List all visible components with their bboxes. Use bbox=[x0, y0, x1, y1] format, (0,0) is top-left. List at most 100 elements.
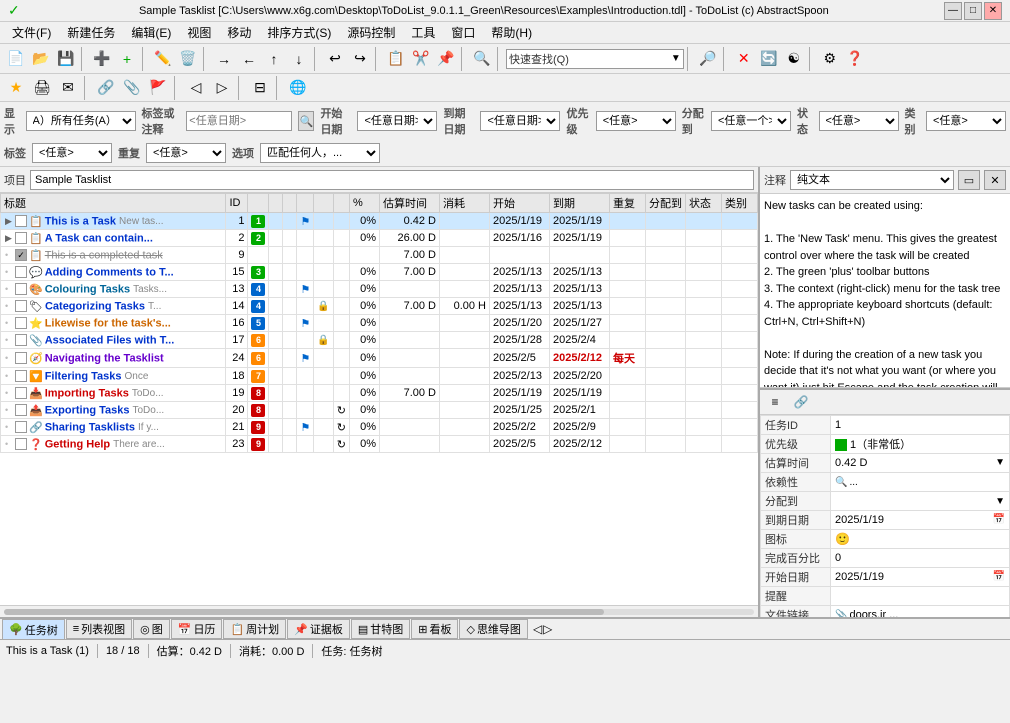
notes-format-select[interactable]: 纯文本 bbox=[790, 170, 954, 190]
table-row[interactable]: •🧭Navigating the Tasklist246⚑0%2025/2/52… bbox=[1, 349, 758, 368]
expand-icon[interactable]: • bbox=[5, 250, 15, 260]
th-flag6[interactable] bbox=[333, 194, 349, 213]
task-checkbox[interactable] bbox=[15, 215, 27, 227]
tb-yin-yang[interactable]: ☯ bbox=[782, 47, 806, 71]
table-row[interactable]: •📥Importing TasksToDo...1980%7.00 D2025/… bbox=[1, 385, 758, 402]
task-table-container[interactable]: 标题 ID % 估算时间 消耗 开始 到期 重复 分 bbox=[0, 193, 758, 605]
task-title-cell[interactable]: •⭐Likewise for the task's... bbox=[1, 315, 226, 332]
th-status[interactable]: 状态 bbox=[686, 194, 722, 213]
expand-icon[interactable]: • bbox=[5, 405, 15, 415]
end-date-select[interactable]: <任意日期> bbox=[480, 111, 560, 131]
tab-gantt[interactable]: ▤ 甘特图 bbox=[351, 619, 410, 639]
menu-file[interactable]: 文件(F) bbox=[4, 22, 59, 43]
expand-icon[interactable]: ▶ bbox=[5, 216, 15, 227]
props-icon-2[interactable]: 🔗 bbox=[790, 392, 812, 412]
task-title-cell[interactable]: •💬Adding Comments to T... bbox=[1, 264, 226, 281]
menu-tools[interactable]: 工具 bbox=[403, 22, 443, 43]
task-checkbox[interactable] bbox=[15, 438, 27, 450]
tb-cut[interactable]: ✂️ bbox=[409, 47, 433, 71]
expand-icon[interactable]: • bbox=[5, 439, 15, 449]
tb2-print[interactable]: 🖨 bbox=[30, 76, 54, 100]
close-button[interactable]: ✕ bbox=[984, 2, 1002, 20]
task-title-cell[interactable]: •🔽Filtering TasksOnce bbox=[1, 368, 226, 385]
tb-up[interactable]: ↑ bbox=[262, 47, 286, 71]
task-checkbox[interactable] bbox=[15, 421, 27, 433]
props-icon-1[interactable]: ≡ bbox=[764, 392, 786, 412]
table-row[interactable]: •📤Exporting TasksToDo...208↻0%2025/1/252… bbox=[1, 402, 758, 419]
task-checkbox[interactable] bbox=[15, 283, 27, 295]
task-checkbox[interactable] bbox=[15, 404, 27, 416]
menu-newtask[interactable]: 新建任务 bbox=[59, 22, 123, 43]
field-dropdown-btn[interactable]: ▼ bbox=[995, 457, 1005, 468]
task-checkbox[interactable] bbox=[15, 266, 27, 278]
th-flag2[interactable] bbox=[269, 194, 283, 213]
expand-icon[interactable]: • bbox=[5, 335, 15, 345]
menu-help[interactable]: 帮助(H) bbox=[483, 22, 540, 43]
tab-task-tree[interactable]: 🌳 任务树 bbox=[2, 619, 65, 639]
tab-evidence[interactable]: 📌 证据板 bbox=[287, 619, 350, 639]
repeat-select[interactable]: <任意> bbox=[146, 143, 226, 163]
expand-icon[interactable]: • bbox=[5, 353, 15, 363]
table-row[interactable]: ▶📋This is a TaskNew tas...11⚑0%0.42 D202… bbox=[1, 213, 758, 230]
menu-sort[interactable]: 排序方式(S) bbox=[259, 22, 339, 43]
tab-kanban[interactable]: ⊞ 看板 bbox=[411, 619, 458, 639]
prop-value-cell[interactable]: 🙂 bbox=[831, 530, 1010, 549]
expand-icon[interactable]: • bbox=[5, 371, 15, 381]
tab-mindmap[interactable]: ◇ 思维导图 bbox=[459, 619, 527, 639]
task-title-cell[interactable]: •❓Getting HelpThere are... bbox=[1, 436, 226, 453]
tb-delete-red[interactable]: ✕ bbox=[732, 47, 756, 71]
expand-icon[interactable]: • bbox=[5, 267, 15, 277]
start-date-select[interactable]: <任意日期> bbox=[357, 111, 437, 131]
th-flag5[interactable] bbox=[314, 194, 333, 213]
th-due[interactable]: 到期 bbox=[550, 194, 610, 213]
th-spent[interactable]: 消耗 bbox=[440, 194, 490, 213]
table-row[interactable]: •🏷Categorizing TasksT...144🔒0%7.00 D0.00… bbox=[1, 298, 758, 315]
menu-edit[interactable]: 编辑(E) bbox=[123, 22, 179, 43]
notes-close-btn[interactable]: ✕ bbox=[984, 170, 1006, 190]
th-id[interactable]: ID bbox=[226, 194, 248, 213]
menu-view[interactable]: 视图 bbox=[179, 22, 219, 43]
task-checkbox[interactable] bbox=[15, 232, 27, 244]
priority-select[interactable]: <任意> bbox=[596, 111, 676, 131]
tb-unindent[interactable]: ← bbox=[237, 47, 261, 71]
expand-icon[interactable]: ▶ bbox=[5, 233, 15, 244]
field-dropdown-btn[interactable]: ▼ bbox=[995, 496, 1005, 507]
show-select[interactable]: A）所有任务(A） bbox=[26, 111, 136, 131]
tb2-star[interactable]: ★ bbox=[4, 76, 28, 100]
task-checkbox[interactable] bbox=[15, 352, 27, 364]
assign-select[interactable]: <任意一个> bbox=[711, 111, 791, 131]
table-row[interactable]: •🔽Filtering TasksOnce1870%2025/2/132025/… bbox=[1, 368, 758, 385]
table-row[interactable]: •⭐Likewise for the task's...165⚑0%2025/1… bbox=[1, 315, 758, 332]
tab-list-view[interactable]: ≡ 列表视图 bbox=[66, 619, 132, 639]
maximize-button[interactable]: □ bbox=[964, 2, 982, 20]
tab-week[interactable]: 📋 周计划 bbox=[223, 619, 286, 639]
tabs-scroll-right[interactable]: ▷ bbox=[543, 622, 552, 636]
tabs-scroll-left[interactable]: ◁ bbox=[533, 622, 542, 636]
th-assign[interactable]: 分配到 bbox=[646, 194, 686, 213]
prop-value-cell[interactable] bbox=[831, 587, 1010, 606]
tb-copy[interactable]: 📋 bbox=[384, 47, 408, 71]
th-flag4[interactable] bbox=[297, 194, 314, 213]
prop-value-cell[interactable]: ▼ bbox=[831, 492, 1010, 511]
menu-source[interactable]: 源码控制 bbox=[339, 22, 403, 43]
minimize-button[interactable]: — bbox=[944, 2, 962, 20]
prop-value-cell[interactable]: 📎doors.ir ... bbox=[831, 606, 1010, 618]
tb-add-task[interactable]: ➕ bbox=[90, 47, 114, 71]
tb-down[interactable]: ↓ bbox=[287, 47, 311, 71]
task-checkbox[interactable] bbox=[15, 370, 27, 382]
prop-value-cell[interactable]: 0.42 D▼ bbox=[831, 454, 1010, 473]
dep-search-btn[interactable]: 🔍 bbox=[835, 477, 847, 488]
task-title-cell[interactable]: •✓📋This is a completed task bbox=[1, 247, 226, 264]
th-category[interactable]: 类别 bbox=[722, 194, 758, 213]
task-title-cell[interactable]: •🔗Sharing TasklistsIf y... bbox=[1, 419, 226, 436]
tag-select[interactable]: <任意> bbox=[32, 143, 112, 163]
prop-value-cell[interactable]: 2025/1/19📅 bbox=[831, 511, 1010, 530]
tag-note-input[interactable] bbox=[186, 111, 292, 131]
tb-add-subtask[interactable]: + bbox=[115, 47, 139, 71]
options-select[interactable]: 匹配任何人，... bbox=[260, 143, 380, 163]
table-row[interactable]: ▶📋A Task can contain...220%26.00 D2025/1… bbox=[1, 230, 758, 247]
task-title-cell[interactable]: •📎Associated Files with T... bbox=[1, 332, 226, 349]
tb-new[interactable]: 📄 bbox=[4, 47, 28, 71]
tb2-link[interactable]: 🔗 bbox=[94, 76, 118, 100]
tb2-attach[interactable]: 📎 bbox=[120, 76, 144, 100]
